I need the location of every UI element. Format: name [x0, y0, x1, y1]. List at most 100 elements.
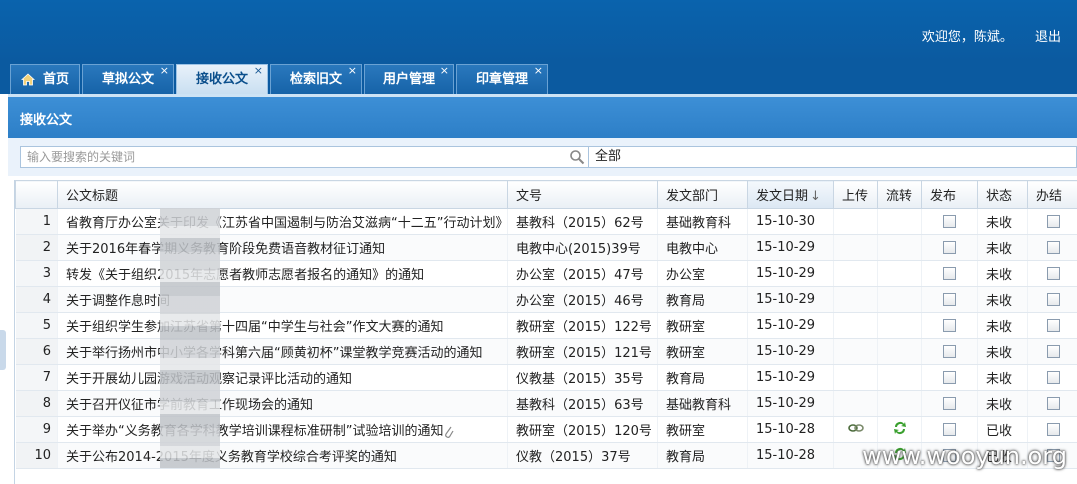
flow-cell: [877, 312, 922, 339]
row-number: 3: [15, 260, 58, 287]
document-title-text[interactable]: 关于举办“义务教育各学科教学培训课程标准研制”试验培训的通知: [66, 424, 443, 439]
sending-department: 教研室: [657, 312, 748, 339]
publish-checkbox[interactable]: [943, 267, 956, 280]
document-title[interactable]: 关于举办“义务教育各学科教学培训课程标准研制”试验培训的通知: [57, 416, 508, 443]
document-title-text[interactable]: 省教育厅办公室关于印发《江苏省中国遏制与防治艾滋病“十二五”行动计划》学校预防: [66, 216, 507, 231]
document-title[interactable]: 关于公布2014-2015年度义务教育学校综合考评奖的通知: [57, 442, 508, 469]
publish-checkbox[interactable]: [943, 345, 956, 358]
column-header-upload[interactable]: 上传: [833, 180, 878, 209]
status-text: 未收: [977, 390, 1028, 417]
row-number: 6: [15, 338, 58, 365]
done-checkbox[interactable]: [1046, 319, 1060, 332]
publish-checkbox[interactable]: [943, 215, 956, 228]
logout-link[interactable]: 退出: [1035, 30, 1061, 45]
flow-cell: [877, 234, 922, 261]
flow-cell: [877, 416, 922, 443]
publish-cell: [921, 416, 978, 443]
row-number: 7: [15, 364, 58, 391]
column-header-doc-number[interactable]: 文号: [507, 180, 658, 209]
upload-cell: [833, 416, 878, 443]
done-checkbox[interactable]: [1046, 345, 1060, 358]
row-number: 10: [15, 442, 58, 469]
sending-date: 15-10-29: [747, 338, 834, 365]
publish-cell: [921, 390, 978, 417]
upload-cell: [833, 234, 878, 261]
publish-cell: [921, 234, 978, 261]
column-header-publish[interactable]: 发布: [921, 180, 978, 209]
close-icon[interactable]: ×: [254, 56, 263, 86]
row-number: 8: [15, 390, 58, 417]
top-banner: 欢迎您，陈斌。 退出: [0, 0, 1077, 62]
done-cell: [1027, 390, 1077, 417]
link-icon[interactable]: [847, 422, 864, 434]
close-icon[interactable]: ×: [160, 56, 169, 86]
refresh-icon[interactable]: [892, 420, 908, 436]
column-header-department[interactable]: 发文部门: [657, 180, 748, 209]
tab-seal-management[interactable]: 印章管理 ×: [456, 64, 548, 94]
done-checkbox[interactable]: [1046, 371, 1060, 384]
status-text: 未收: [977, 260, 1028, 287]
column-header-status[interactable]: 状态: [977, 180, 1028, 209]
tab-home[interactable]: 首页: [10, 64, 80, 94]
close-icon[interactable]: ×: [440, 56, 449, 86]
document-title[interactable]: 关于2016年春学期义务教育阶段免费语音教材征订通知: [57, 234, 508, 261]
publish-checkbox[interactable]: [943, 293, 956, 306]
done-checkbox[interactable]: [1046, 397, 1060, 410]
paperclip-icon[interactable]: [443, 425, 455, 439]
column-header-date[interactable]: 发文日期 ↓: [747, 180, 834, 209]
publish-checkbox[interactable]: [943, 397, 956, 410]
sending-date: 15-10-29: [747, 260, 834, 287]
close-icon[interactable]: ×: [534, 56, 543, 86]
document-title[interactable]: 关于举行扬州市中小学各学科第六届“顾黄初杯”课堂教学竞赛活动的通知: [57, 338, 508, 365]
close-icon[interactable]: ×: [348, 56, 357, 86]
publish-checkbox[interactable]: [943, 241, 956, 254]
collapse-handle[interactable]: [0, 330, 6, 370]
document-title[interactable]: 转发《关于组织2015年志愿者教师志愿者报名的通知》的通知: [57, 260, 508, 287]
document-title[interactable]: 关于组织学生参加江苏省第十四届“中学生与社会”作文大赛的通知: [57, 312, 508, 339]
publish-checkbox[interactable]: [943, 319, 956, 332]
document-title[interactable]: 关于召开仪征市学前教育工作现场会的通知: [57, 390, 508, 417]
publish-cell: [921, 260, 978, 287]
document-title-text[interactable]: 关于组织学生参加江苏省第十四届“中学生与社会”作文大赛的通知: [66, 320, 443, 335]
document-title[interactable]: 关于调整作息时间: [57, 286, 508, 313]
sort-desc-icon: ↓: [810, 189, 821, 204]
tab-search-old[interactable]: 检索旧文 ×: [270, 64, 362, 94]
document-number: 教研室（2015）120号: [507, 416, 658, 443]
document-title-text[interactable]: 关于举行扬州市中小学各学科第六届“顾黄初杯”课堂教学竞赛活动的通知: [66, 346, 482, 361]
publish-checkbox[interactable]: [943, 371, 956, 384]
sending-department: 教育局: [657, 364, 748, 391]
document-title-text[interactable]: 转发《关于组织2015年志愿者教师志愿者报名的通知》的通知: [66, 268, 424, 283]
redaction-blur: [160, 208, 220, 468]
column-header-done[interactable]: 办结: [1027, 180, 1077, 209]
filter-select[interactable]: 全部: [588, 146, 1077, 168]
search-input[interactable]: [21, 147, 563, 167]
document-number: 仪教（2015）37号: [507, 442, 658, 469]
document-title-text[interactable]: 关于2016年春学期义务教育阶段免费语音教材征订通知: [66, 242, 385, 257]
done-checkbox[interactable]: [1046, 293, 1060, 306]
document-number: 办公室（2015）47号: [507, 260, 658, 287]
status-text: 未收: [977, 338, 1028, 365]
done-checkbox[interactable]: [1046, 215, 1060, 228]
tab-receive[interactable]: 接收公文 ×: [176, 64, 268, 94]
column-header-date-label: 发文日期: [756, 189, 809, 204]
done-checkbox[interactable]: [1046, 423, 1060, 436]
tab-draft[interactable]: 草拟公文 ×: [82, 64, 174, 94]
done-checkbox[interactable]: [1046, 241, 1060, 254]
column-header-flow[interactable]: 流转: [877, 180, 922, 209]
publish-cell: [921, 312, 978, 339]
row-number-header: [15, 180, 58, 209]
document-number: 基教科（2015）63号: [507, 390, 658, 417]
sending-department: 教育局: [657, 442, 748, 469]
document-title[interactable]: 省教育厅办公室关于印发《江苏省中国遏制与防治艾滋病“十二五”行动计划》学校预防: [57, 208, 508, 235]
column-header-title[interactable]: 公文标题: [57, 180, 508, 209]
document-number: 电教中心(2015)39号: [507, 234, 658, 261]
sending-date: 15-10-29: [747, 286, 834, 313]
tab-user-management[interactable]: 用户管理 ×: [364, 64, 454, 94]
document-title-text[interactable]: 关于公布2014-2015年度义务教育学校综合考评奖的通知: [66, 450, 397, 465]
document-title[interactable]: 关于开展幼儿园游戏活动观察记录评比活动的通知: [57, 364, 508, 391]
document-title-text[interactable]: 关于调整作息时间: [66, 294, 170, 309]
search-icon[interactable]: [569, 149, 585, 165]
done-checkbox[interactable]: [1046, 267, 1060, 280]
publish-checkbox[interactable]: [943, 423, 956, 436]
upload-cell: [833, 338, 878, 365]
